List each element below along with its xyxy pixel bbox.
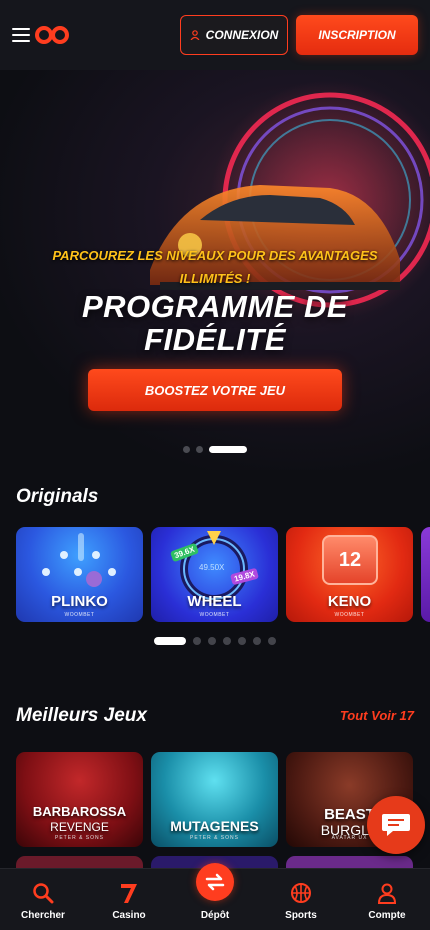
hero-carousel-dots: [0, 446, 430, 453]
game-card-mutagenes[interactable]: MUTAGENES PETER & SONS: [151, 752, 278, 847]
pagination-dot[interactable]: [268, 637, 276, 645]
game-name: PLINKO: [51, 593, 108, 610]
pagination-dot[interactable]: [223, 637, 231, 645]
logo-infinity-icon[interactable]: [34, 25, 70, 45]
game-provider: PETER & SONS: [55, 835, 104, 841]
seven-icon: [121, 884, 137, 903]
bottom-navigation: Chercher Casino Dépôt Sports Compte: [0, 863, 430, 930]
pagination-dot[interactable]: [238, 637, 246, 645]
game-title-line1: BARBAROSSA: [32, 804, 127, 819]
game-card-partial[interactable]: [421, 527, 430, 622]
nav-item-account[interactable]: Compte: [344, 869, 430, 930]
deposit-button[interactable]: [196, 863, 234, 901]
menu-icon[interactable]: [12, 28, 30, 42]
hero-banner[interactable]: PARCOUREZ LES NIVEAUX POUR DES AVANTAGES…: [0, 70, 430, 470]
game-brand: WOOMBET: [334, 612, 365, 618]
nav-item-deposit[interactable]: Dépôt: [172, 863, 258, 930]
multiplier-center: 49.50X: [199, 563, 225, 572]
game-card-plinko[interactable]: PLINKO WOOMBET: [16, 527, 143, 622]
boost-game-button[interactable]: BOOSTEZ VOTRE JEU: [88, 369, 342, 411]
pagination-dot[interactable]: [193, 637, 201, 645]
see-all-link[interactable]: Tout Voir 17: [340, 708, 414, 723]
game-name: WHEEL: [187, 593, 242, 610]
carousel-dot[interactable]: [196, 446, 203, 453]
transfer-icon: [205, 873, 225, 891]
pagination-dot[interactable]: [208, 637, 216, 645]
basketball-icon: [291, 883, 311, 903]
hero-title: PROGRAMME DE FIDÉLITÉ: [81, 289, 349, 357]
game-title-line2: REVENGE: [50, 820, 109, 834]
user-icon: [377, 883, 397, 904]
game-name: KENO: [327, 593, 372, 610]
nav-item-sports[interactable]: Sports: [258, 869, 344, 930]
nav-label: Sports: [285, 910, 317, 921]
signup-button[interactable]: INSCRIPTION: [296, 15, 418, 55]
live-chat-button[interactable]: [367, 796, 425, 854]
top-header: CONNEXION INSCRIPTION: [0, 0, 430, 70]
nav-label: Chercher: [21, 910, 65, 921]
nav-item-casino[interactable]: Casino: [86, 869, 172, 930]
game-title-line1: MUTAGENES: [170, 818, 259, 834]
hero-subtitle: PARCOUREZ LES NIVEAUX POUR DES AVANTAGES…: [52, 248, 378, 286]
game-card-barbarossa[interactable]: BARBAROSSA REVENGE PETER & SONS: [16, 752, 143, 847]
best-games-title: Meilleurs Jeux: [16, 705, 147, 726]
user-icon: [190, 30, 200, 40]
carousel-dot[interactable]: [183, 446, 190, 453]
pagination-dot-active[interactable]: [154, 637, 186, 645]
nav-item-search[interactable]: Chercher: [0, 869, 86, 930]
keno-number-tile: 12: [322, 535, 378, 585]
game-card-wheel[interactable]: 39.6X 49.50X 19.8X WHEEL WOOMBET: [151, 527, 278, 622]
chat-bubble-icon: [382, 814, 410, 836]
game-brand: WOOMBET: [64, 612, 95, 618]
originals-row: PLINKO WOOMBET 39.6X 49.50X 19.8X WHEEL …: [16, 527, 430, 622]
pagination-dot[interactable]: [253, 637, 261, 645]
game-provider: PETER & SONS: [190, 835, 239, 841]
nav-label: Casino: [112, 910, 146, 921]
nav-label: Compte: [368, 910, 406, 921]
carousel-dot-active[interactable]: [209, 446, 247, 453]
originals-title: Originals: [16, 486, 99, 507]
best-games-row: BARBAROSSA REVENGE PETER & SONS MUTAGENE…: [16, 752, 413, 847]
search-icon: [33, 883, 54, 904]
login-button[interactable]: CONNEXION: [180, 15, 288, 55]
login-label: CONNEXION: [205, 28, 279, 42]
game-card-keno[interactable]: 12 KENO WOOMBET: [286, 527, 413, 622]
game-brand: WOOMBET: [199, 612, 230, 618]
originals-pagination: [0, 637, 430, 645]
nav-label: Dépôt: [200, 910, 230, 921]
